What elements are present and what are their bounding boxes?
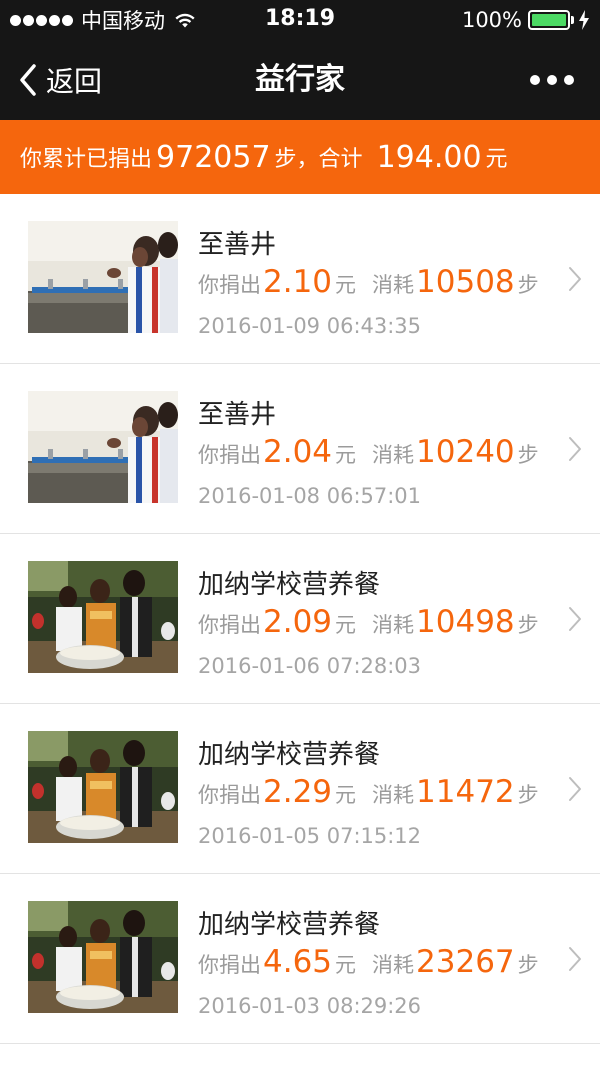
list-item[interactable]: 加纳学校营养餐 你捐出 2.09 元 消耗 10498 步 2016-01-06… bbox=[0, 534, 600, 704]
donated-amount: 2.09 bbox=[263, 604, 333, 640]
yuan-unit: 元 bbox=[335, 613, 357, 637]
chevron-right-icon bbox=[569, 267, 581, 291]
donation-line: 你捐出 2.10 元 消耗 10508 步 bbox=[198, 264, 539, 300]
project-title: 加纳学校营养餐 bbox=[198, 910, 381, 940]
summary-steps-unit: 步，合计 bbox=[274, 147, 363, 172]
donation-line: 你捐出 2.04 元 消耗 10240 步 bbox=[198, 434, 539, 470]
list-item[interactable]: 加纳学校营养餐 你捐出 4.65 元 消耗 23267 步 2016-01-03… bbox=[0, 874, 600, 1044]
project-title: 加纳学校营养餐 bbox=[198, 570, 381, 600]
more-icon[interactable] bbox=[530, 68, 574, 92]
consumed-steps: 10240 bbox=[416, 434, 515, 470]
donation-summary: 你累计已捐出 972057 步，合计 194.00 元 bbox=[0, 120, 600, 194]
steps-unit: 步 bbox=[517, 783, 539, 807]
summary-prefix: 你累计已捐出 bbox=[20, 147, 153, 172]
project-thumbnail bbox=[28, 391, 178, 503]
chevron-right-icon bbox=[569, 437, 581, 461]
consumed-steps: 10508 bbox=[416, 264, 515, 300]
battery-percent: 100% bbox=[461, 8, 522, 32]
project-thumbnail bbox=[28, 731, 178, 843]
consumed-steps: 11472 bbox=[416, 774, 515, 810]
donation-date: 2016-01-08 06:57:01 bbox=[198, 484, 422, 508]
consumed-label: 消耗 bbox=[372, 613, 415, 637]
list-item[interactable]: 至善井 你捐出 2.10 元 消耗 10508 步 2016-01-09 06:… bbox=[0, 194, 600, 364]
consumed-steps: 23267 bbox=[416, 944, 515, 980]
donated-label: 你捐出 bbox=[198, 613, 261, 637]
donated-amount: 2.04 bbox=[263, 434, 333, 470]
consumed-label: 消耗 bbox=[372, 783, 415, 807]
steps-unit: 步 bbox=[517, 273, 539, 297]
donation-date: 2016-01-06 07:28:03 bbox=[198, 654, 422, 678]
chevron-right-icon bbox=[569, 607, 581, 631]
summary-amount-unit: 元 bbox=[485, 147, 508, 172]
consumed-label: 消耗 bbox=[372, 443, 415, 467]
donation-date: 2016-01-09 06:43:35 bbox=[198, 314, 422, 338]
project-title: 加纳学校营养餐 bbox=[198, 740, 381, 770]
chevron-right-icon bbox=[569, 947, 581, 971]
consumed-label: 消耗 bbox=[372, 273, 415, 297]
donated-label: 你捐出 bbox=[198, 443, 261, 467]
status-right: 100% bbox=[462, 6, 590, 34]
yuan-unit: 元 bbox=[335, 273, 357, 297]
charging-bolt-icon bbox=[579, 10, 589, 30]
donation-line: 你捐出 4.65 元 消耗 23267 步 bbox=[198, 944, 539, 980]
yuan-unit: 元 bbox=[335, 443, 357, 467]
donated-amount: 2.29 bbox=[263, 774, 333, 810]
donated-label: 你捐出 bbox=[198, 953, 261, 977]
battery-icon bbox=[528, 10, 574, 30]
status-bar: 中国移动 18:19 100% bbox=[0, 0, 600, 40]
donation-line: 你捐出 2.09 元 消耗 10498 步 bbox=[198, 604, 539, 640]
steps-unit: 步 bbox=[517, 443, 539, 467]
donated-label: 你捐出 bbox=[198, 273, 261, 297]
page-title: 益行家 bbox=[255, 62, 345, 97]
project-thumbnail bbox=[28, 901, 178, 1013]
project-thumbnail bbox=[28, 561, 178, 673]
project-title: 至善井 bbox=[198, 230, 277, 260]
yuan-unit: 元 bbox=[335, 953, 357, 977]
donation-date: 2016-01-05 07:15:12 bbox=[198, 824, 422, 848]
yuan-unit: 元 bbox=[335, 783, 357, 807]
steps-unit: 步 bbox=[517, 953, 539, 977]
steps-unit: 步 bbox=[517, 613, 539, 637]
donation-list: 至善井 你捐出 2.10 元 消耗 10508 步 2016-01-09 06:… bbox=[0, 194, 600, 1044]
project-thumbnail bbox=[28, 221, 178, 333]
donation-date: 2016-01-03 08:29:26 bbox=[198, 994, 422, 1018]
donation-line: 你捐出 2.29 元 消耗 11472 步 bbox=[198, 774, 539, 810]
summary-amount: 194.00 bbox=[376, 139, 482, 175]
chevron-right-icon bbox=[569, 777, 581, 801]
nav-bar: 返回 益行家 bbox=[0, 40, 600, 120]
consumed-steps: 10498 bbox=[416, 604, 515, 640]
donated-label: 你捐出 bbox=[198, 783, 261, 807]
list-item[interactable]: 加纳学校营养餐 你捐出 2.29 元 消耗 11472 步 2016-01-05… bbox=[0, 704, 600, 874]
donated-amount: 2.10 bbox=[263, 264, 333, 300]
list-item[interactable]: 至善井 你捐出 2.04 元 消耗 10240 步 2016-01-08 06:… bbox=[0, 364, 600, 534]
donated-amount: 4.65 bbox=[263, 944, 333, 980]
project-title: 至善井 bbox=[198, 400, 277, 430]
consumed-label: 消耗 bbox=[372, 953, 415, 977]
summary-steps: 972057 bbox=[156, 139, 271, 175]
